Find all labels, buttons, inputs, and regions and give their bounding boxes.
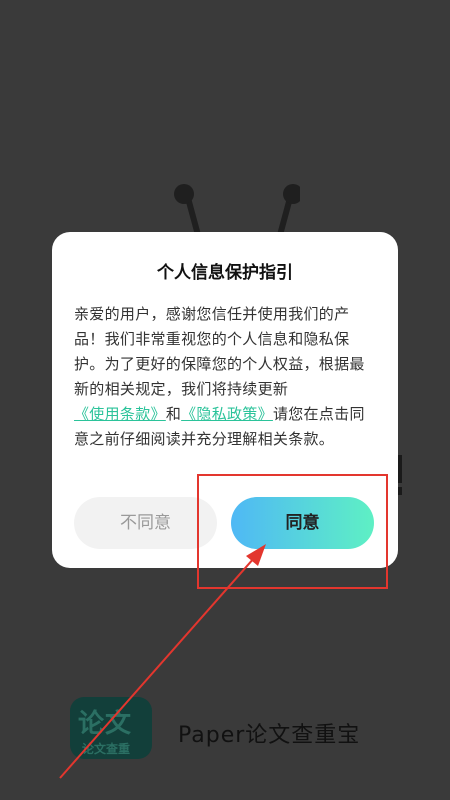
privacy-policy-link[interactable]: 《隐私政策》	[181, 405, 273, 423]
mascot-antenna-icon	[174, 184, 300, 238]
and-text: 和	[165, 405, 182, 423]
annotation-highlight-box	[197, 474, 388, 589]
dialog-title: 个人信息保护指引	[157, 263, 293, 283]
brand-name: Paper论文查重宝	[178, 723, 361, 748]
brand-logo-subtitle: 论文查重	[82, 742, 131, 756]
dialog-body: 亲爱的用户，感谢您信任并使用我们的产品！我们非常重视您的个人信息和隐私保护。为了…	[74, 302, 378, 452]
dialog-body-intro: 亲爱的用户，感谢您信任并使用我们的产品！我们非常重视您的个人信息和隐私保护。为了…	[74, 305, 365, 398]
screen: 论文 论文查重 Paper论文查重宝 个人信息保护指引 亲爱的用户，感谢您信任并…	[0, 0, 450, 800]
decline-button[interactable]: 不同意	[74, 497, 217, 549]
terms-of-use-link[interactable]: 《使用条款》	[74, 405, 166, 423]
brand-logo: 论文 论文查重	[70, 697, 152, 759]
brand-logo-mark: 论文	[78, 709, 133, 739]
